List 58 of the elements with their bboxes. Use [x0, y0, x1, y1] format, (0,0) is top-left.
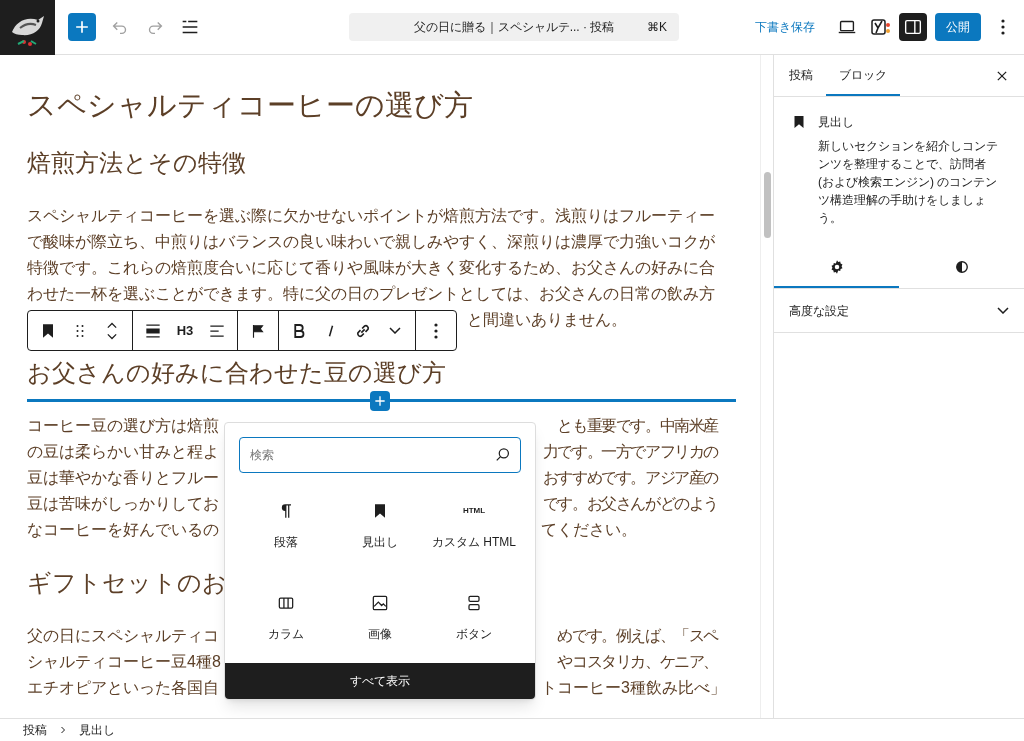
paragraph-text: です。お父さんがどのよう: [542, 494, 718, 514]
image-icon: [370, 593, 390, 613]
paragraph-text: とも重要です。中南米産: [557, 416, 718, 436]
block-type-item[interactable]: カラム: [239, 593, 333, 653]
heading: スペシャルティコーヒーの選び方: [27, 88, 474, 123]
breadcrumb-link[interactable]: 見出し: [79, 721, 115, 739]
more-icon: [1001, 19, 1005, 35]
bird-logo[interactable]: [0, 0, 55, 55]
search-field[interactable]: 検索: [239, 437, 521, 473]
command-bar[interactable]: 父の日に贈る｜スペシャルテ... · 投稿 ⌘K: [349, 13, 679, 41]
block-type-item[interactable]: 見出し: [333, 501, 427, 561]
paragraph-text: おすすめです。アジア産の: [542, 468, 718, 488]
settings-toggle-button[interactable]: [899, 13, 927, 41]
block-title: 見出し: [818, 114, 855, 131]
paragraph-text: 豆は苦味がしっかりしてお: [27, 494, 219, 514]
heading: 焙煎方法とその特徴: [27, 148, 247, 178]
paragraph-text: で酸味が際立ち、中煎りはバランスの良い味わいで親しみやすく、深煎りは濃厚で力強いコクが: [27, 232, 715, 252]
paragraph-text: めです。例えば、「スペ: [557, 626, 718, 646]
block-type-item[interactable]: HTML カスタム HTML: [427, 501, 521, 561]
paragraph-text: シャルティコーヒー豆4種8: [27, 652, 221, 672]
advanced-settings-panel[interactable]: 高度な設定: [774, 289, 1024, 333]
paragraph-text: やコスタリカ、ケニア、: [557, 652, 718, 672]
block-type-item[interactable]: 段落: [239, 501, 333, 561]
paragraph-text: なコーヒーを好んでいるの: [27, 520, 219, 540]
paragraph-text: 力です。一方でアフリカの: [542, 442, 718, 462]
heading-level-button[interactable]: H3: [169, 311, 201, 350]
html-icon: HTML: [462, 501, 486, 521]
paragraph-text: 特徴です。これらの焙煎度合いに応じて香りや風味が大きく変化するため、お父さんの好みに合: [27, 258, 715, 278]
paragraph-text: と間違いありません。: [467, 310, 627, 330]
paragraph-text: コーヒー豆の選び方は焙煎: [27, 416, 219, 436]
block-type-item[interactable]: ボタン: [427, 593, 521, 653]
paragraph-text: トコーヒー3種飲み比べ」: [541, 678, 726, 698]
paragraph-text: わせた一杯を選ぶことができます。特に父の日のプレゼントとしては、お父さんの日常の飲み方: [27, 284, 715, 304]
add-block-button[interactable]: [68, 13, 96, 41]
block-type-item[interactable]: 画像: [333, 593, 427, 653]
breadcrumb-link[interactable]: 投稿: [23, 721, 47, 739]
shortcut-hint: ⌘K: [647, 19, 667, 36]
browse-all-button[interactable]: すべて表示: [225, 663, 535, 699]
document-title: 父の日に贈る｜スペシャルテ... · 投稿: [413, 19, 615, 36]
save-draft-link[interactable]: 下書き保存: [755, 18, 815, 36]
paragraph-text: エチオピアといった各国自: [27, 678, 219, 698]
paragraph-text: てください。: [541, 520, 637, 540]
paragraph-text: スペシャルティコーヒーを選ぶ際に欠かせないポイントが焙煎方法です。浅煎りはフルーティー: [27, 206, 715, 226]
paragraph-text: の豆は柔らかい甘みと程よ: [27, 442, 219, 462]
chevron-icon: [389, 327, 401, 334]
plus-icon: [372, 393, 388, 409]
publish-button[interactable]: 公開: [935, 13, 981, 41]
sidebar-tab[interactable]: 投稿: [776, 55, 826, 96]
heading: ギフトセットのお: [27, 568, 228, 598]
paragraph-text: 豆は華やかな香りとフルー: [27, 468, 219, 488]
more-icon: [434, 322, 438, 339]
chevron-icon: [997, 307, 1009, 314]
block-description: 新しいセクションを紹介しコンテンツを整理することで、訪問者 (および検索エンジン) のコンテンツ構造理解の手助けをしましょう。: [818, 138, 999, 227]
heading: お父さんの好みに合わせた豆の選び方: [27, 358, 447, 388]
scrollbar-thumb[interactable]: [764, 172, 771, 238]
sidebar-tab[interactable]: ブロック: [826, 55, 900, 96]
paragraph-text: 父の日にスペシャルティコ: [27, 626, 219, 646]
insert-block-button[interactable]: [370, 391, 390, 411]
